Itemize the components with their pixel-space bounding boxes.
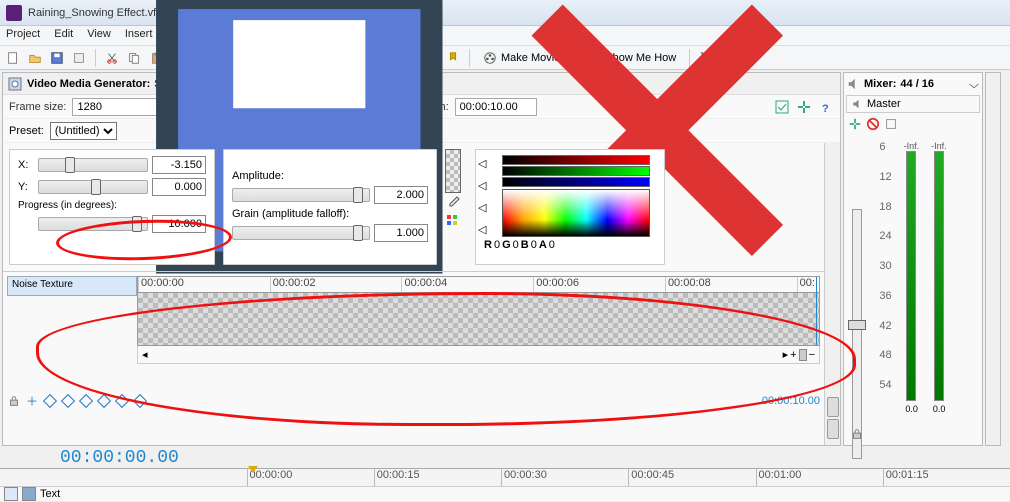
scroll-right-icon[interactable]: ▸: [783, 348, 789, 361]
menu-project[interactable]: Project: [6, 28, 40, 43]
kf-add-icon[interactable]: [79, 394, 93, 408]
red-gradient[interactable]: [502, 155, 650, 165]
y-label: Y:: [18, 181, 34, 193]
speaker-icon: [851, 98, 863, 110]
x-slider[interactable]: [38, 158, 148, 172]
cut-icon[interactable]: [103, 49, 121, 67]
open-icon[interactable]: [26, 49, 44, 67]
properties-icon[interactable]: [70, 49, 88, 67]
color-model-icon[interactable]: [445, 213, 461, 229]
downmix-icon[interactable]: [848, 117, 862, 131]
kf-prev-icon[interactable]: [61, 394, 75, 408]
amplitude-box: Amplitude: Grain (amplitude falloff):: [223, 149, 437, 265]
mixer-menu-icon[interactable]: [968, 78, 980, 90]
kf-track-label[interactable]: Noise Texture: [7, 276, 137, 296]
dim-icon[interactable]: [884, 117, 898, 131]
y-slider[interactable]: [38, 180, 148, 194]
color-box: R0 G0 B0 A0 ◁ ◁ ◁ ◁: [475, 149, 665, 265]
grain-slider[interactable]: [232, 226, 370, 240]
y-value-input[interactable]: [152, 178, 206, 196]
meter-left: [906, 151, 916, 401]
mixer-counts: 44 / 16: [900, 78, 934, 90]
scroll-left-icon[interactable]: ◂: [142, 348, 148, 361]
blue-gradient[interactable]: [502, 177, 650, 187]
lock-icon[interactable]: [7, 394, 21, 408]
progress-value-input[interactable]: [152, 215, 206, 233]
offset-box: X: Y: Progress (in degrees):: [9, 149, 215, 265]
timeline-ruler[interactable]: 00:00:00 00:00:15 00:00:30 00:00:45 00:0…: [0, 468, 1010, 486]
kf-transport: 00:00:10.00: [3, 391, 824, 411]
mixer-master-row[interactable]: Master: [846, 95, 980, 113]
kf-cursor[interactable]: [816, 277, 817, 345]
alpha-checker-icon: [445, 149, 461, 193]
zoom-handle[interactable]: [799, 349, 807, 361]
tri-marker-icon[interactable]: ◁: [478, 157, 486, 170]
menu-edit[interactable]: Edit: [54, 28, 73, 43]
main-timecode[interactable]: 00:00:00.00: [60, 448, 179, 468]
zoom-in-icon[interactable]: +: [790, 349, 796, 361]
video-media-generator-panel: Video Media Generator: Sony Noise Textur…: [2, 72, 841, 446]
x-label: X:: [18, 159, 34, 171]
amplitude-slider[interactable]: [232, 188, 370, 202]
kf-end-timecode: 00:00:10.00: [762, 395, 820, 407]
new-icon[interactable]: [4, 49, 22, 67]
preset-select[interactable]: (Untitled): [50, 122, 117, 140]
mute-icon[interactable]: [866, 117, 880, 131]
mixer-icon: [846, 77, 860, 91]
play-cursor-icon[interactable]: [248, 466, 258, 473]
amplitude-label: Amplitude:: [232, 170, 284, 182]
master-fader[interactable]: [852, 209, 862, 459]
amplitude-value-input[interactable]: [374, 186, 428, 204]
tri-marker-icon[interactable]: ◁: [478, 201, 486, 214]
color-spectrum[interactable]: [502, 189, 650, 237]
kf-track-body[interactable]: [137, 292, 820, 346]
app-icon: [6, 5, 22, 21]
kf-first-icon[interactable]: [43, 394, 57, 408]
kf-next-icon[interactable]: [115, 394, 129, 408]
preset-label: Preset:: [9, 125, 44, 137]
progress-label: Progress (in degrees):: [18, 200, 146, 211]
keyframe-area: Noise Texture 00:00:00 00:00:02 00:00:04…: [3, 271, 824, 391]
mixer-panel: Mixer: 44 / 16 Master 61218 243036 42485…: [843, 72, 983, 446]
frame-size-label: Frame size:: [9, 101, 66, 113]
docked-sidebar[interactable]: [985, 72, 1001, 446]
kf-scrollbar[interactable]: ◂ ▸ + −: [137, 346, 820, 364]
eyedropper-icon[interactable]: [445, 195, 461, 211]
meter-right: [934, 151, 944, 401]
mixer-title: Mixer:: [864, 78, 896, 90]
menu-view[interactable]: View: [87, 28, 111, 43]
track-tab-label[interactable]: Text: [40, 488, 60, 500]
tri-marker-icon[interactable]: ◁: [478, 223, 486, 236]
panel-vscroll[interactable]: [824, 143, 840, 445]
meter-r-inf: -Inf.: [931, 141, 947, 151]
track-tab-icon[interactable]: [4, 487, 18, 501]
kf-time-ruler[interactable]: 00:00:00 00:00:02 00:00:04 00:00:06 00:0…: [137, 276, 820, 292]
kf-del-icon[interactable]: [97, 394, 111, 408]
generator-icon: [7, 76, 23, 92]
x-value-input[interactable]: [152, 156, 206, 174]
grain-value-input[interactable]: [374, 224, 428, 242]
timeline-track-row: Text: [0, 486, 1010, 501]
green-gradient[interactable]: [502, 166, 650, 176]
zoom-out-icon[interactable]: −: [809, 349, 815, 361]
fader-lock-icon[interactable]: [850, 427, 864, 441]
tri-marker-icon[interactable]: ◁: [478, 179, 486, 192]
rgba-readout: R0 G0 B0 A0: [480, 239, 660, 251]
meter-l-inf: -Inf.: [904, 141, 920, 151]
meter-scale: 61218 243036 424854: [879, 141, 891, 391]
grain-label: Grain (amplitude falloff):: [232, 208, 349, 220]
sync-cursor-icon[interactable]: [25, 394, 39, 408]
progress-slider[interactable]: [38, 217, 148, 231]
track-tab2-icon[interactable]: [22, 487, 36, 501]
kf-last-icon[interactable]: [133, 394, 147, 408]
save-icon[interactable]: [48, 49, 66, 67]
master-label: Master: [867, 98, 901, 110]
